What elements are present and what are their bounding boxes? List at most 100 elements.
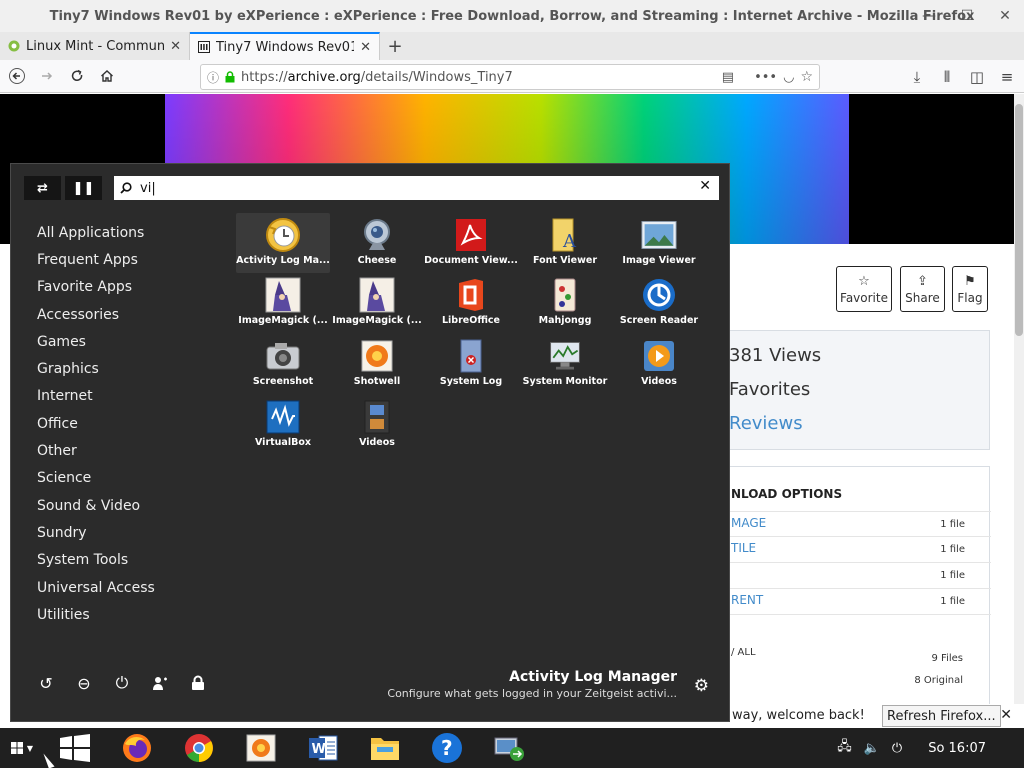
downloads-button[interactable]: ⤓ [904,64,930,90]
clock[interactable]: So 16:07 [928,741,986,756]
app-shotwell[interactable]: Shotwell [330,334,424,394]
switch-view-button[interactable]: ⇄ [24,176,61,200]
close-tab-icon[interactable]: ✕ [360,40,371,55]
scrollbar-thumb[interactable] [1015,104,1023,336]
app-image-viewer[interactable]: Image Viewer [612,213,706,273]
refresh-firefox-button[interactable]: Refresh Firefox... [882,705,1001,727]
app-activity-log-manager[interactable]: Activity Log Ma... [236,213,330,273]
bookmark-star-icon[interactable]: ☆ [800,69,813,85]
network-status-icon[interactable]: 🖧 [837,737,852,759]
flag-button[interactable]: ⚑ Flag [952,266,988,312]
tab-linux-mint[interactable]: Linux Mint - Community ✕ [0,32,190,60]
taskbar-firefox[interactable] [106,728,168,768]
sidebar-icon: ◫ [969,68,985,86]
app-videos[interactable]: Videos [612,334,706,394]
taskbar-shotwell[interactable] [230,728,292,768]
window-title: Tiny7 Windows Rev01 by eXPerience : eXPe… [49,8,975,24]
reviews-link[interactable]: Reviews [729,413,803,434]
category-graphics[interactable]: Graphics [37,355,237,382]
library-button[interactable]: ⫴ [934,64,960,90]
page-actions-icon[interactable]: ••• [754,70,777,85]
category-games[interactable]: Games [37,328,237,355]
app-virtualbox[interactable]: VirtualBox [236,395,330,455]
menu-search-field[interactable]: vi | ✕ [114,176,719,200]
power-tray-icon[interactable]: ⏻ [892,741,902,756]
category-universal-access[interactable]: Universal Access [37,574,237,601]
category-sundry[interactable]: Sundry [37,519,237,546]
window-titlebar: Tiny7 Windows Rev01 by eXPerience : eXPe… [0,0,1024,32]
switch-user-icon[interactable] [151,674,169,692]
sidebar-button[interactable]: ◫ [964,64,990,90]
app-screenshot[interactable]: Screenshot [236,334,330,394]
app-imagemagick-1[interactable]: ImageMagick (... [236,273,330,333]
lock-screen-icon[interactable] [189,674,207,692]
app-mahjongg[interactable]: Mahjongg [518,273,612,333]
reload-button[interactable] [64,63,90,89]
clear-search-icon[interactable]: ✕ [699,178,711,194]
category-other[interactable]: Other [37,437,237,464]
app-document-viewer[interactable]: Document View... [424,213,518,273]
gear-icon[interactable]: ⚙ [694,676,709,696]
back-button[interactable] [4,63,30,89]
category-all-applications[interactable]: All Applications [37,219,237,246]
app-system-log[interactable]: System Log [424,334,518,394]
power-icon[interactable]: ⏻ [113,673,131,692]
category-office[interactable]: Office [37,410,237,437]
lock-icon [225,71,235,83]
maximize-button[interactable]: ☐ [948,0,986,32]
show-all-link[interactable]: / ALL [731,647,756,658]
files-total: 9 Files [931,653,963,664]
page-scrollbar[interactable] [1014,94,1024,728]
taskbar-windows[interactable] [44,728,106,768]
app-screen-reader[interactable]: Screen Reader [612,273,706,333]
tab-label: Tiny7 Windows Rev01 by [216,39,354,55]
app-font-viewer[interactable]: A Font Viewer [518,213,612,273]
close-tab-icon[interactable]: ✕ [170,39,181,54]
category-internet[interactable]: Internet [37,383,237,410]
menu-button[interactable]: ≡ [994,64,1020,90]
category-accessories[interactable]: Accessories [37,301,237,328]
app-imagemagick-2[interactable]: ImageMagick (... [330,273,424,333]
taskbar-file-explorer[interactable] [354,728,416,768]
forward-button[interactable] [34,63,60,89]
category-frequent-apps[interactable]: Frequent Apps [37,246,237,273]
minimize-button[interactable]: — [910,0,948,32]
logout-icon[interactable]: ⊖ [75,674,93,693]
category-sound-video[interactable]: Sound & Video [37,492,237,519]
category-utilities[interactable]: Utilities [37,601,237,628]
category-system-tools[interactable]: System Tools [37,547,237,574]
app-videos-film[interactable]: Videos [330,395,424,455]
app-libreoffice[interactable]: LibreOffice [424,273,518,333]
notification-close-icon[interactable]: ✕ [1000,707,1012,723]
volume-icon[interactable]: 🔈 [864,741,880,756]
taskbar-chrome[interactable] [168,728,230,768]
selected-app-description: Configure what gets logged in your Zeitg… [387,687,677,700]
search-input[interactable]: vi [140,181,151,196]
app-system-monitor[interactable]: System Monitor [518,334,612,394]
url-bar[interactable]: ⓘ https://archive.org/details/Windows_Ti… [200,64,820,90]
category-favorite-apps[interactable]: Favorite Apps [37,274,237,301]
close-window-button[interactable]: ✕ [986,0,1024,32]
restart-icon[interactable]: ↺ [37,674,55,693]
pocket-icon[interactable]: ◡ [783,70,794,85]
taskbar-help[interactable]: ? [416,728,478,768]
category-science[interactable]: Science [37,465,237,492]
download-row[interactable]: RENT 1 file [701,589,991,615]
stats-panel: 381 Views Favorites Reviews [700,330,990,450]
info-icon[interactable]: ⓘ [207,69,219,86]
taskbar-network[interactable] [478,728,540,768]
home-button[interactable] [94,63,120,89]
new-tab-button[interactable]: + [380,32,410,60]
app-cheese[interactable]: Cheese [330,213,424,273]
application-menu: ⇄ ❚❚ vi | ✕ All Applications Frequent App… [10,163,730,722]
pause-button[interactable]: ❚❚ [65,176,102,200]
share-button[interactable]: ⇪ Share [900,266,945,312]
taskbar-word[interactable]: W [292,728,354,768]
favorite-button[interactable]: ☆ Favorite [836,266,892,312]
reader-view-icon[interactable]: ▤ [722,70,734,85]
download-row[interactable]: 1 file [701,563,991,589]
download-row[interactable]: TILE 1 file [701,537,991,563]
download-row[interactable]: MAGE 1 file [701,511,991,537]
start-menu-button[interactable]: ▼ [0,728,44,768]
tab-tiny7[interactable]: Tiny7 Windows Rev01 by ✕ [190,32,380,60]
